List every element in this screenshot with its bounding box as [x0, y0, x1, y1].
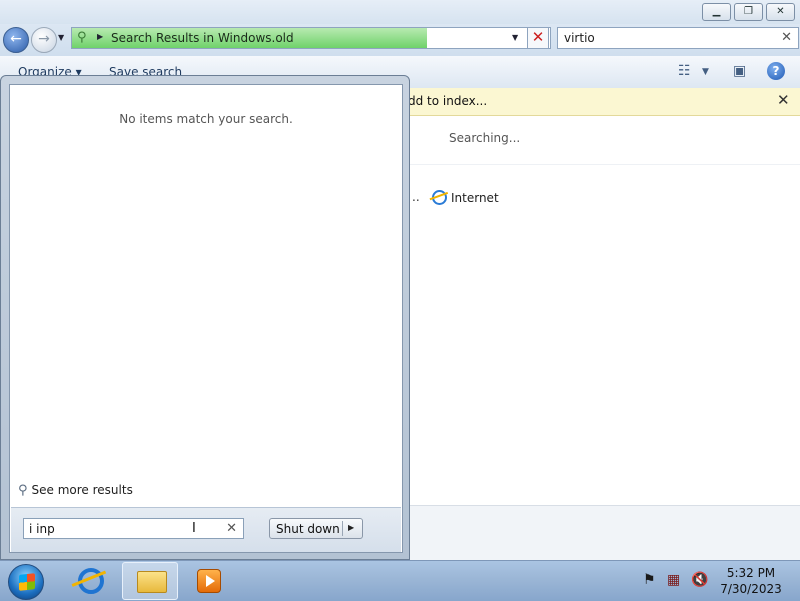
start-menu-results-pane: No items match your search. ⚲ See more re…	[9, 84, 403, 553]
navigation-bar: ← → ▼ ⚲ ▶ Search Results in Windows.old …	[0, 24, 800, 56]
search-icon: ⚲	[77, 30, 87, 45]
title-bar: ▁ ❐ ✕	[0, 0, 800, 24]
close-button[interactable]: ✕	[766, 3, 795, 21]
shut-down-options-arrow-icon[interactable]: ▶	[348, 523, 354, 532]
taskbar: ⚑ ▦ 🔇 5:32 PM 7/30/2023	[0, 560, 800, 601]
search-input[interactable]: virtio ✕	[557, 27, 799, 49]
minimize-button[interactable]: ▁	[702, 3, 731, 21]
divider	[410, 164, 800, 165]
search-internet-label: Internet	[451, 191, 499, 205]
network-error-icon[interactable]: ▦	[667, 572, 680, 588]
clock-time: 5:32 PM	[726, 566, 776, 580]
no-results-message: No items match your search.	[119, 112, 293, 126]
address-bar[interactable]: ⚲ ▶ Search Results in Windows.old ▼	[71, 27, 551, 49]
taskbar-internet-explorer[interactable]	[62, 562, 118, 600]
taskbar-media-player[interactable]	[182, 562, 238, 600]
start-menu: No items match your search. ⚲ See more re…	[0, 75, 410, 560]
address-breadcrumb[interactable]: Search Results in Windows.old	[111, 31, 294, 45]
info-bar-close-icon[interactable]: ✕	[777, 91, 790, 109]
system-clock[interactable]: 5:32 PM 7/30/2023	[716, 565, 786, 597]
clear-start-search-icon[interactable]: ✕	[226, 521, 237, 536]
clock-date: 7/30/2023	[720, 582, 782, 596]
windows-logo-icon	[19, 573, 35, 591]
internet-explorer-icon	[432, 190, 447, 205]
view-dropdown-icon[interactable]: ▼	[702, 67, 709, 77]
details-pane	[410, 505, 800, 561]
restore-button[interactable]: ❐	[734, 3, 763, 21]
view-options-icon[interactable]: ☷	[678, 63, 691, 79]
help-icon[interactable]: ?	[767, 62, 785, 80]
start-search-input[interactable]: i inp I ✕	[23, 518, 244, 539]
clear-search-icon[interactable]: ✕	[781, 30, 792, 45]
shut-down-label: Shut down	[276, 522, 340, 536]
see-more-results-link[interactable]: ⚲ See more results	[18, 483, 133, 498]
info-bar-text[interactable]: dd to index...	[408, 94, 487, 108]
breadcrumb-arrow-icon[interactable]: ▶	[97, 32, 103, 41]
start-search-value: i inp	[29, 522, 55, 536]
recent-pages-dropdown-icon[interactable]: ▼	[58, 33, 64, 42]
forward-button[interactable]: →	[31, 27, 57, 53]
truncated-item-text: ..	[412, 190, 420, 204]
back-button[interactable]: ←	[3, 27, 29, 53]
preview-pane-icon[interactable]: ▣	[733, 63, 746, 79]
start-button[interactable]	[8, 564, 44, 600]
back-arrow-icon: ←	[10, 31, 22, 47]
taskbar-windows-explorer[interactable]	[122, 562, 178, 600]
search-internet-link[interactable]: Internet	[432, 190, 499, 205]
forward-arrow-icon: →	[38, 31, 50, 47]
action-center-flag-icon[interactable]: ⚑	[643, 572, 656, 588]
internet-explorer-icon	[78, 568, 104, 594]
search-input-value: virtio	[564, 31, 595, 45]
folder-icon	[137, 571, 167, 593]
stop-icon: ✕	[531, 28, 545, 46]
media-player-icon	[197, 569, 221, 593]
start-menu-bottom-bar: i inp I ✕ Shut down ▶	[11, 507, 401, 552]
volume-muted-icon[interactable]: 🔇	[691, 572, 708, 588]
text-cursor-icon: I	[192, 521, 196, 536]
searching-status: Searching...	[449, 131, 521, 145]
magnifier-icon: ⚲	[18, 483, 28, 498]
shut-down-button[interactable]: Shut down ▶	[269, 518, 363, 539]
stop-search-button[interactable]: ✕	[527, 27, 549, 49]
see-more-results-label: See more results	[31, 483, 133, 497]
shut-down-divider	[342, 521, 343, 536]
address-dropdown-icon[interactable]: ▼	[512, 33, 518, 42]
